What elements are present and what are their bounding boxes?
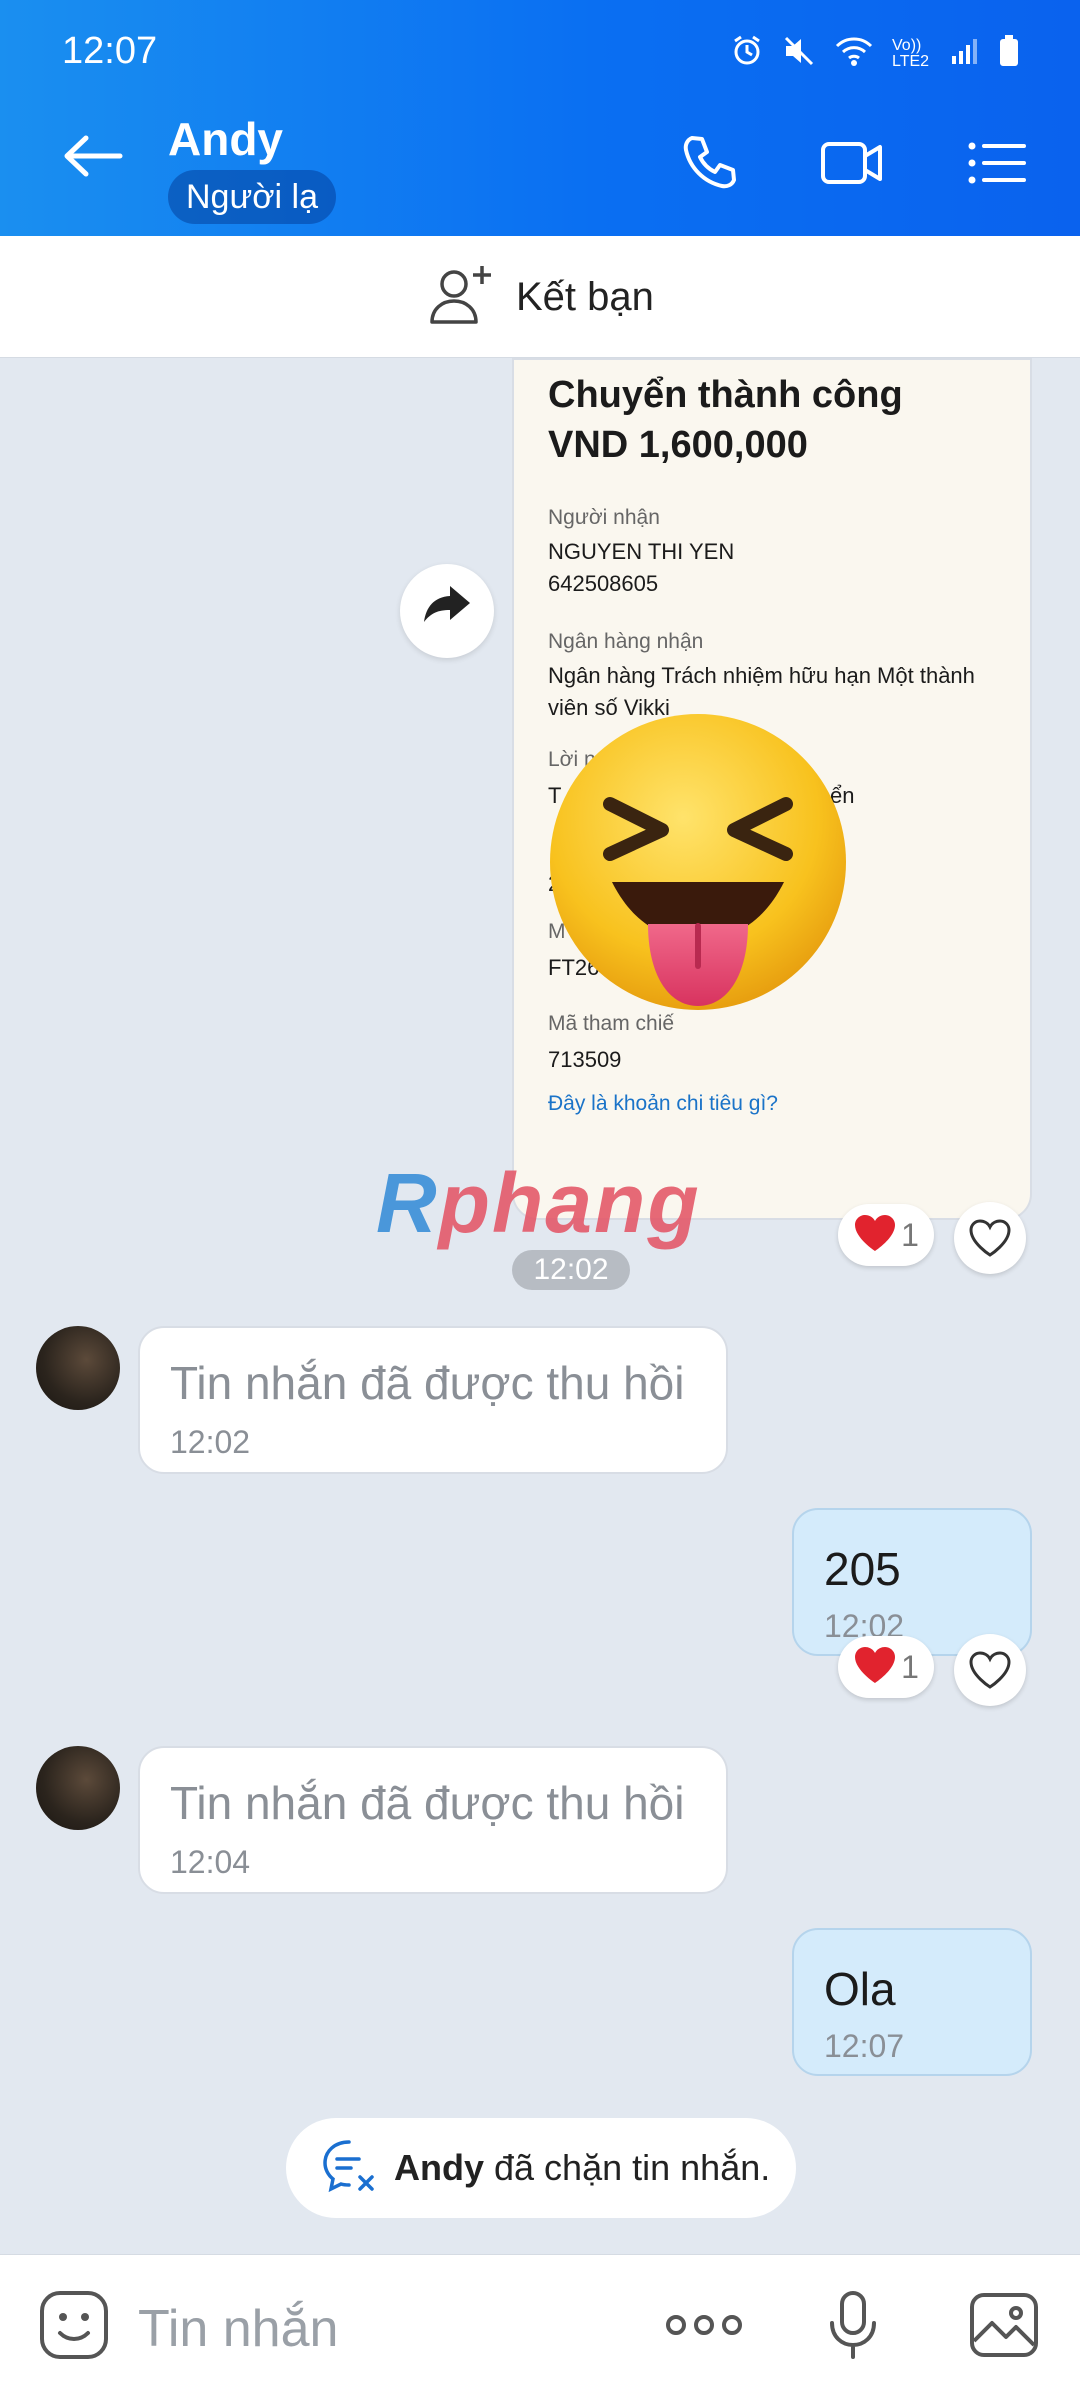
- chat-header: Andy Người lạ: [0, 92, 1080, 236]
- signal-icon: [950, 36, 980, 71]
- blocked-message-icon: [320, 2137, 378, 2200]
- heart-outline-icon: [969, 1651, 1011, 1689]
- receipt-amount: VND 1,600,000: [548, 424, 808, 466]
- contact-avatar[interactable]: [36, 1326, 120, 1410]
- reference-label: Mã tham chiế: [548, 1012, 675, 1035]
- reference-value: 713509: [548, 1047, 622, 1072]
- receipt-title: Chuyển thành công: [548, 374, 903, 416]
- voice-message-icon[interactable]: [818, 2287, 894, 2363]
- heart-filled-icon: [853, 1645, 897, 1690]
- message-text: Tin nhắn đã được thu hồi: [170, 1777, 685, 1829]
- message-text: 205: [824, 1543, 901, 1595]
- recipient-label: Người nhận: [548, 506, 660, 529]
- image-gallery-icon[interactable]: [966, 2287, 1042, 2363]
- alarm-icon: [730, 34, 764, 73]
- message-text: Tin nhắn đã được thu hồi: [170, 1357, 685, 1409]
- blocked-message: đã chặn tin nhắn.: [494, 2147, 771, 2188]
- recipient-account: 642508605: [548, 571, 659, 596]
- message-input[interactable]: Tin nhắn: [138, 2299, 338, 2359]
- mute-icon: [782, 34, 816, 73]
- add-friend-bar[interactable]: Kết bạn: [0, 236, 1080, 358]
- add-friend-button[interactable]: Kết bạn: [430, 264, 654, 331]
- react-heart-button[interactable]: [954, 1202, 1026, 1274]
- wifi-icon: [834, 34, 874, 73]
- add-friend-label: Kết bạn: [516, 275, 654, 319]
- status-icons: Vo)) LTE2: [730, 34, 1020, 73]
- contact-name[interactable]: Andy: [168, 112, 283, 166]
- heart-outline-icon: [969, 1219, 1011, 1257]
- menu-list-icon[interactable]: [966, 132, 1028, 194]
- watermark-logo: Rphang: [376, 1155, 701, 1252]
- add-friend-icon: [430, 264, 496, 331]
- reaction-count: 1: [901, 1648, 919, 1685]
- message-composer: Tin nhắn: [0, 2254, 1080, 2400]
- blocked-name: Andy: [394, 2147, 484, 2188]
- status-time: 12:07: [62, 30, 158, 72]
- watermark-first: R: [376, 1156, 439, 1250]
- recalled-message-bubble[interactable]: Tin nhắn đã được thu hồi 12:04: [138, 1746, 728, 1894]
- battery-icon: [998, 34, 1020, 73]
- tongue-out-emoji-sticker: [548, 712, 848, 1012]
- more-options-icon[interactable]: [664, 2287, 742, 2363]
- message-reaction-count[interactable]: 1: [838, 1636, 934, 1698]
- back-arrow-icon[interactable]: [62, 134, 124, 178]
- phone-icon[interactable]: [678, 132, 740, 194]
- status-bar: 12:07 Vo)) LTE2: [0, 0, 1080, 92]
- message-time: 12:02: [170, 1424, 251, 1460]
- top-bar: 12:07 Vo)) LTE2 Andy Người lạ: [0, 0, 1080, 236]
- network-label: Vo)) LTE2: [892, 36, 930, 70]
- video-call-icon[interactable]: [820, 132, 882, 194]
- contact-avatar[interactable]: [36, 1746, 120, 1830]
- forward-button[interactable]: [400, 564, 494, 658]
- blocked-notice: Andy đã chặn tin nhắn.: [286, 2118, 796, 2218]
- bank-label: Ngân hàng nhận: [548, 630, 704, 653]
- sticker-emoji-icon[interactable]: [36, 2287, 112, 2363]
- react-heart-button[interactable]: [954, 1634, 1026, 1706]
- message-time: 12:07: [824, 2028, 905, 2064]
- receipt-reaction-count[interactable]: 1: [838, 1204, 934, 1266]
- heart-filled-icon: [853, 1213, 897, 1258]
- spending-category-link[interactable]: Đây là khoản chi tiêu gì?: [548, 1092, 778, 1116]
- sent-message-bubble[interactable]: Ola 12:07: [792, 1928, 1032, 2076]
- blocked-text: Andy đã chặn tin nhắn.: [394, 2147, 770, 2189]
- stranger-badge: Người lạ: [168, 170, 336, 224]
- message-time: 12:04: [170, 1844, 251, 1880]
- watermark-rest: phang: [438, 1156, 701, 1250]
- forward-arrow-icon: [424, 586, 470, 622]
- recipient-name: NGUYEN THI YEN: [548, 539, 735, 564]
- reaction-count: 1: [901, 1216, 919, 1253]
- time-divider: 12:02: [512, 1250, 630, 1290]
- recalled-message-bubble[interactable]: Tin nhắn đã được thu hồi 12:02: [138, 1326, 728, 1474]
- message-text: Ola: [824, 1963, 896, 2015]
